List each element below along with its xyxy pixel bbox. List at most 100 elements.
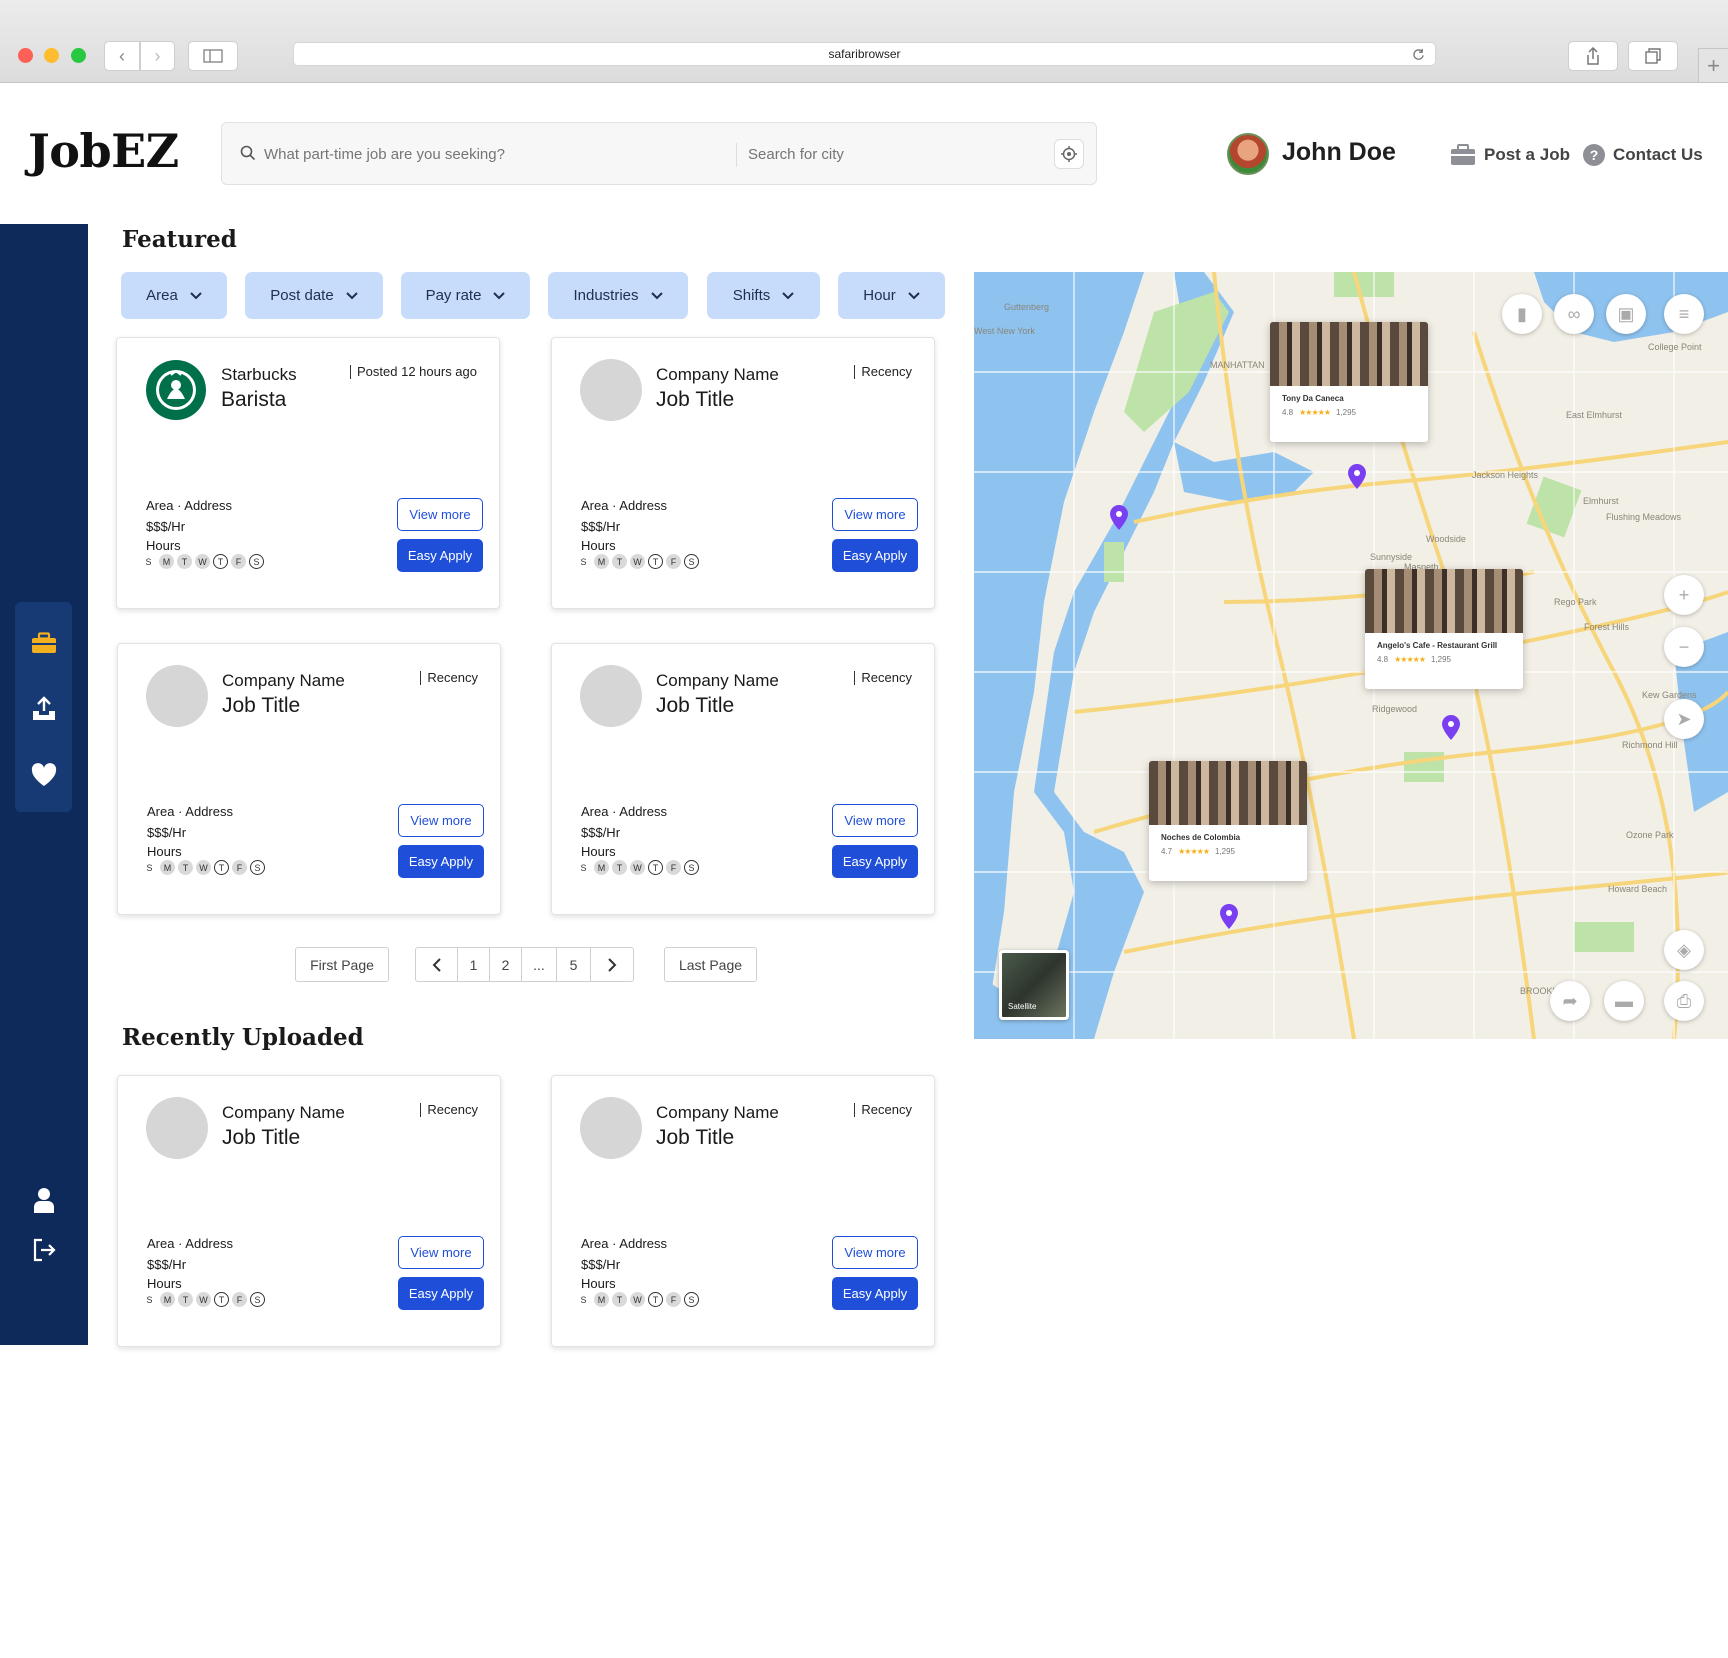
map-view[interactable]: Guttenberg West New York MANHATTAN Jackson … [974,272,1728,1039]
map-place-card[interactable]: Angelo's Cafe - Restaurant Grill 4.8 ★★★★… [1365,569,1523,689]
job-card[interactable]: Company Name Job Title Recency Area · Addre… [117,643,501,915]
map-transit-button[interactable]: ▣ [1606,294,1646,334]
company-logo-placeholder [146,665,208,727]
map-directions-button[interactable]: ➦ [1550,981,1590,1021]
sidebar-item-favorites[interactable] [15,750,72,800]
city-search-input[interactable] [748,142,1048,166]
filter-label: Industries [573,287,639,304]
last-page-button[interactable]: Last Page [664,947,757,982]
page-number-2[interactable]: 2 [490,948,522,981]
view-more-button[interactable]: View more [832,1236,918,1269]
company-name: Company Name [222,1103,345,1122]
job-card[interactable]: Company Name Job Title Recency Area · Addre… [551,337,935,609]
weekday-indicator: S [580,556,587,567]
job-title[interactable]: Job Title [656,694,734,718]
job-title[interactable]: Job Title [656,1126,734,1150]
prev-page-button[interactable] [416,948,458,981]
post-recency: Posted 12 hours ago [350,365,477,379]
easy-apply-button[interactable]: Easy Apply [832,1277,918,1310]
back-button[interactable]: ‹ [104,41,140,71]
map-pin-icon[interactable] [1109,505,1129,531]
map-place-card[interactable]: Tony Da Caneca 4.8 ★★★★★ 1,295 [1270,322,1428,442]
sidebar-item-jobs[interactable] [15,618,72,668]
site-logo[interactable]: JobEZ [28,124,179,178]
job-card[interactable]: Company Name Job Title Recency Area · Addre… [117,1075,501,1347]
job-title[interactable]: Job Title [222,1126,300,1150]
minimize-window-button[interactable] [44,48,59,63]
tabs-overview-button[interactable] [1628,41,1678,71]
easy-apply-button[interactable]: Easy Apply [397,539,483,572]
filter-chip-area[interactable]: Area [121,272,227,319]
locate-me-button[interactable]: ➤ [1664,699,1704,739]
page-number-5[interactable]: 5 [557,948,591,981]
close-window-button[interactable] [18,48,33,63]
filter-chip-industries[interactable]: Industries [548,272,688,319]
job-pay-rate: $$$/Hr [581,825,621,840]
chevron-down-icon [782,291,794,299]
zoom-window-button[interactable] [71,48,86,63]
weekday-schedule: SMTWTFS [141,554,264,569]
map-message-button[interactable]: ▬ [1604,981,1644,1021]
first-page-button[interactable]: First Page [295,947,389,982]
map-pin-icon[interactable] [1441,715,1461,741]
job-search-input[interactable] [264,142,734,166]
filter-chip-post-date[interactable]: Post date [245,272,383,319]
job-title[interactable]: Job Title [222,694,300,718]
view-more-button[interactable]: View more [832,498,918,531]
sidebar-item-profile[interactable] [15,1178,72,1222]
zoom-out-button[interactable]: − [1664,627,1704,667]
share-button[interactable] [1568,41,1618,71]
easy-apply-button[interactable]: Easy Apply [398,1277,484,1310]
map-pin-icon[interactable] [1347,464,1367,490]
company-name: Company Name [656,1103,779,1122]
job-title[interactable]: Barista [221,388,286,412]
filter-chip-pay-rate[interactable]: Pay rate [401,272,530,319]
map-bike-button[interactable]: ∞ [1554,294,1594,334]
map-layers-button[interactable]: ◈ [1664,930,1704,970]
place-name: Noches de Colombia [1161,833,1241,842]
address-bar[interactable]: safaribrowser [293,42,1436,66]
view-more-button[interactable]: View more [398,804,484,837]
job-card[interactable]: Company Name Job Title Recency Area · Addre… [551,1075,935,1347]
post-job-link[interactable]: Post a Job [1450,144,1570,166]
page-number-1[interactable]: 1 [458,948,490,981]
contact-us-label: Contact Us [1613,145,1703,164]
next-page-button[interactable] [591,948,633,981]
map-traffic-button[interactable]: ▮ [1502,294,1542,334]
page-ellipsis: ... [522,948,557,981]
zoom-in-button[interactable]: + [1664,575,1704,615]
sidebar-toggle-button[interactable] [188,41,238,71]
use-location-button[interactable] [1054,139,1084,169]
job-pay-rate: $$$/Hr [581,519,621,534]
sidebar-item-logout[interactable] [15,1228,72,1272]
job-location: Area · Address [581,804,667,819]
weekday-indicator: T [648,1292,663,1307]
job-hours: Hours [581,538,616,553]
job-title[interactable]: Job Title [656,388,734,412]
job-card[interactable]: Starbucks Barista Posted 12 hours ago Area … [116,337,500,609]
filter-chip-shifts[interactable]: Shifts [707,272,820,319]
easy-apply-button[interactable]: Easy Apply [832,539,918,572]
reload-icon[interactable] [1412,48,1425,61]
new-tab-button[interactable]: + [1698,48,1728,82]
user-name[interactable]: John Doe [1282,138,1396,167]
easy-apply-button[interactable]: Easy Apply [832,845,918,878]
view-more-button[interactable]: View more [397,498,483,531]
company-name: Starbucks [221,365,297,384]
filter-chip-hour[interactable]: Hour [838,272,945,319]
satellite-toggle[interactable]: Satellite [999,950,1069,1020]
map-print-button[interactable]: ⎙ [1664,981,1704,1021]
upload-icon [32,696,55,720]
view-more-button[interactable]: View more [398,1236,484,1269]
sidebar-item-upload[interactable] [15,684,72,734]
map-place-card[interactable]: Noches de Colombia 4.7 ★★★★★ 1,295 [1149,761,1307,881]
avatar[interactable] [1227,133,1269,175]
easy-apply-button[interactable]: Easy Apply [398,845,484,878]
job-card[interactable]: Company Name Job Title Recency Area · Addre… [551,643,935,915]
job-hours: Hours [581,1276,616,1291]
map-pin-icon[interactable] [1219,904,1239,930]
view-more-button[interactable]: View more [832,804,918,837]
contact-us-link[interactable]: ? Contact Us [1583,144,1703,166]
map-menu-button[interactable]: ≡ [1664,294,1704,334]
forward-button[interactable]: › [140,41,175,71]
